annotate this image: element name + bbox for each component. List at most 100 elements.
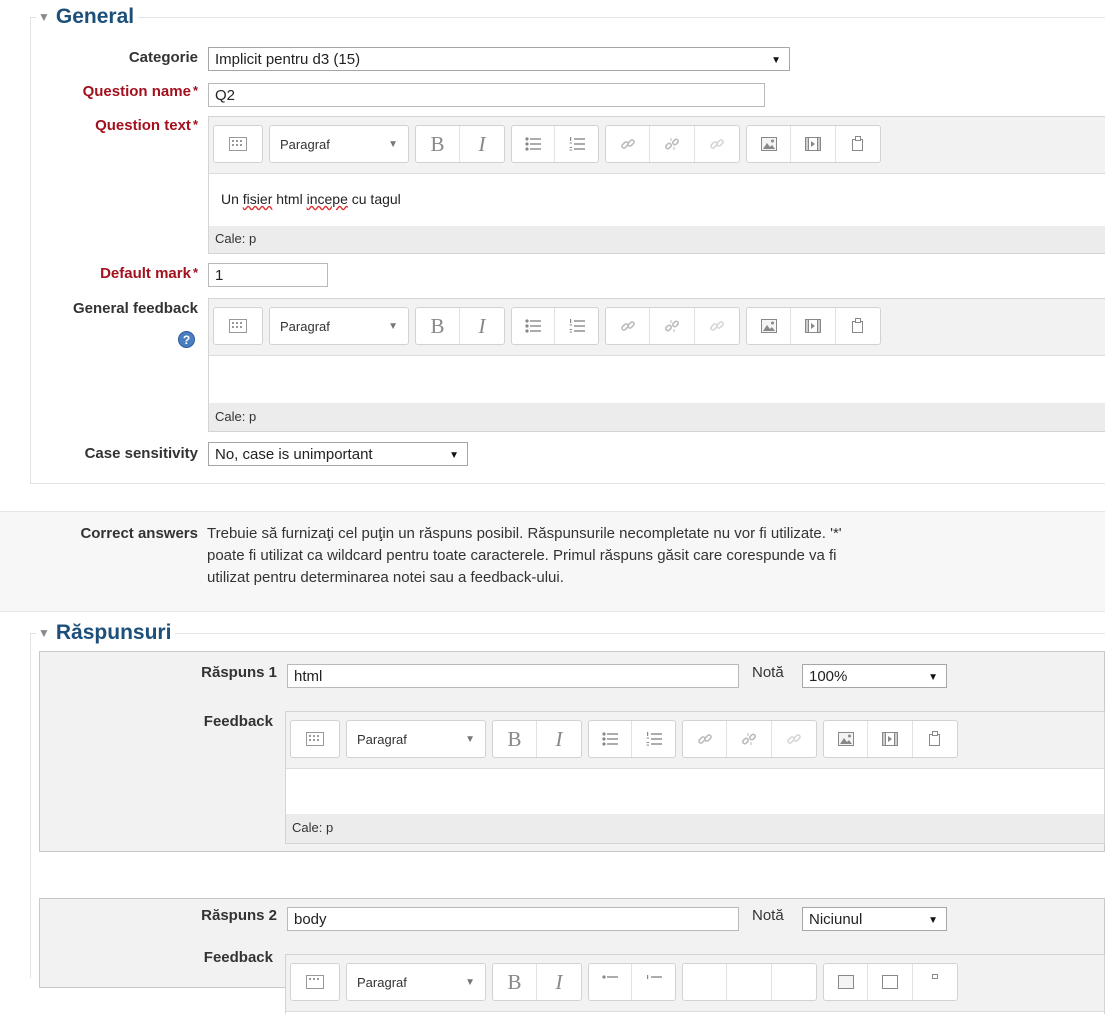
unlink-icon[interactable]	[727, 964, 772, 1000]
editor-toolbar: Paragraf ▼ B I	[209, 299, 1105, 356]
category-select[interactable]: Implicit pentru d3 (15) ▼	[208, 47, 790, 71]
editor-path-bar: Cale: p	[286, 814, 1104, 843]
paragraph-format-select[interactable]: Paragraf ▼	[346, 720, 486, 758]
correct-answers-label: Correct answers	[80, 525, 198, 542]
general-fieldset-border-top	[30, 17, 1105, 18]
collapse-triangle-icon: ▼	[38, 10, 50, 24]
category-label: Categorie	[128, 49, 198, 66]
link-icon[interactable]	[683, 721, 728, 757]
grade-2-label: Notă	[752, 907, 784, 924]
dropdown-arrow-icon: ▼	[928, 915, 938, 926]
answers-fieldset-border-top	[30, 633, 1105, 634]
ordered-list-icon[interactable]	[632, 964, 675, 1000]
bold-icon[interactable]: B	[416, 308, 460, 344]
ordered-list-icon[interactable]	[555, 308, 598, 344]
image-icon[interactable]	[747, 308, 792, 344]
answers-legend-text: Răspunsuri	[55, 621, 172, 644]
manage-files-icon[interactable]	[913, 964, 957, 1000]
collapse-triangle-icon: ▼	[38, 626, 50, 640]
general-fieldset-border-bottom	[30, 483, 1105, 484]
chevron-down-icon: ▼	[388, 138, 398, 150]
question-text-editor[interactable]: Paragraf ▼ B I Un fisier html incepe cu …	[208, 116, 1105, 254]
link-icon[interactable]	[606, 126, 651, 162]
ordered-list-icon[interactable]	[632, 721, 675, 757]
unordered-list-icon[interactable]	[512, 126, 555, 162]
answers-fieldset-border-left	[30, 633, 31, 978]
bold-icon[interactable]: B	[493, 964, 537, 1000]
italic-icon[interactable]: I	[460, 308, 504, 344]
feedback-1-content[interactable]	[286, 769, 1104, 816]
feedback-1-label: Feedback	[203, 713, 273, 730]
required-icon: *	[192, 83, 198, 98]
image-icon[interactable]	[747, 126, 792, 162]
toggle-toolbar-icon[interactable]	[214, 126, 262, 162]
paragraph-format-select[interactable]: Paragraf ▼	[269, 125, 409, 163]
question-name-input[interactable]: Q2	[208, 83, 765, 107]
editor-toolbar: Paragraf ▼ B I	[209, 117, 1105, 174]
manage-files-icon[interactable]	[836, 308, 880, 344]
grade-1-label: Notă	[752, 664, 784, 681]
image-icon[interactable]	[824, 721, 869, 757]
unordered-list-icon[interactable]	[589, 721, 632, 757]
unlink-icon[interactable]	[727, 721, 772, 757]
unordered-list-icon[interactable]	[512, 308, 555, 344]
help-icon[interactable]: ?	[178, 331, 195, 348]
anchor-icon[interactable]	[695, 126, 739, 162]
dropdown-arrow-icon: ▼	[771, 55, 781, 66]
general-feedback-editor[interactable]: Paragraf ▼ B I Cale: p	[208, 298, 1105, 432]
paragraph-format-select[interactable]: Paragraf ▼	[269, 307, 409, 345]
general-feedback-label: General feedback	[72, 300, 198, 317]
answer-2-input[interactable]: body	[287, 907, 739, 931]
unordered-list-icon[interactable]	[589, 964, 632, 1000]
required-icon: *	[192, 117, 198, 132]
answers-legend[interactable]: ▼ Răspunsuri	[36, 616, 176, 650]
link-icon[interactable]	[683, 964, 728, 1000]
answer-2-label: Răspuns 2	[201, 907, 277, 924]
anchor-icon[interactable]	[772, 964, 816, 1000]
image-icon[interactable]	[824, 964, 869, 1000]
answer-1-input[interactable]: html	[287, 664, 739, 688]
toggle-toolbar-icon[interactable]	[291, 721, 339, 757]
general-legend-text: General	[55, 5, 135, 28]
unlink-icon[interactable]	[650, 308, 695, 344]
toggle-toolbar-icon[interactable]	[291, 964, 339, 1000]
manage-files-icon[interactable]	[836, 126, 880, 162]
media-icon[interactable]	[868, 964, 913, 1000]
general-legend[interactable]: ▼ General	[36, 0, 139, 34]
editor-toolbar: Paragraf ▼ B I	[286, 955, 1104, 1012]
link-icon[interactable]	[606, 308, 651, 344]
editor-path-bar: Cale: p	[209, 226, 1105, 253]
toggle-toolbar-icon[interactable]	[214, 308, 262, 344]
unlink-icon[interactable]	[650, 126, 695, 162]
italic-icon[interactable]: I	[537, 964, 581, 1000]
category-select-value: Implicit pentru d3 (15)	[215, 51, 361, 68]
editor-toolbar: Paragraf ▼ B I	[286, 712, 1104, 769]
ordered-list-icon[interactable]	[555, 126, 598, 162]
feedback-2-editor[interactable]: Paragraf ▼ B I	[285, 954, 1105, 1014]
general-feedback-content[interactable]	[209, 356, 1105, 404]
required-icon: *	[192, 265, 198, 280]
grade-2-select[interactable]: Niciunul ▼	[802, 907, 947, 931]
media-icon[interactable]	[791, 308, 836, 344]
question-text-content[interactable]: Un fisier html incepe cu tagul	[209, 174, 1105, 227]
chevron-down-icon: ▼	[465, 976, 475, 988]
italic-icon[interactable]: I	[537, 721, 581, 757]
case-sensitivity-select[interactable]: No, case is unimportant ▼	[208, 442, 468, 466]
anchor-icon[interactable]	[695, 308, 739, 344]
bold-icon[interactable]: B	[493, 721, 537, 757]
media-icon[interactable]	[791, 126, 836, 162]
manage-files-icon[interactable]	[913, 721, 957, 757]
question-text-label: Question text *	[95, 117, 198, 134]
media-icon[interactable]	[868, 721, 913, 757]
grade-1-select[interactable]: 100% ▼	[802, 664, 947, 688]
paragraph-format-select[interactable]: Paragraf ▼	[346, 963, 486, 1001]
bold-icon[interactable]: B	[416, 126, 460, 162]
feedback-1-editor[interactable]: Paragraf ▼ B I Cale: p	[285, 711, 1105, 844]
general-fieldset-border-left	[30, 17, 31, 483]
italic-icon[interactable]: I	[460, 126, 504, 162]
correct-answers-text: Trebuie să furnizaţi cel puţin un răspun…	[207, 525, 842, 586]
default-mark-input[interactable]: 1	[208, 263, 328, 287]
chevron-down-icon: ▼	[388, 320, 398, 332]
editor-path-bar: Cale: p	[209, 403, 1105, 431]
anchor-icon[interactable]	[772, 721, 816, 757]
